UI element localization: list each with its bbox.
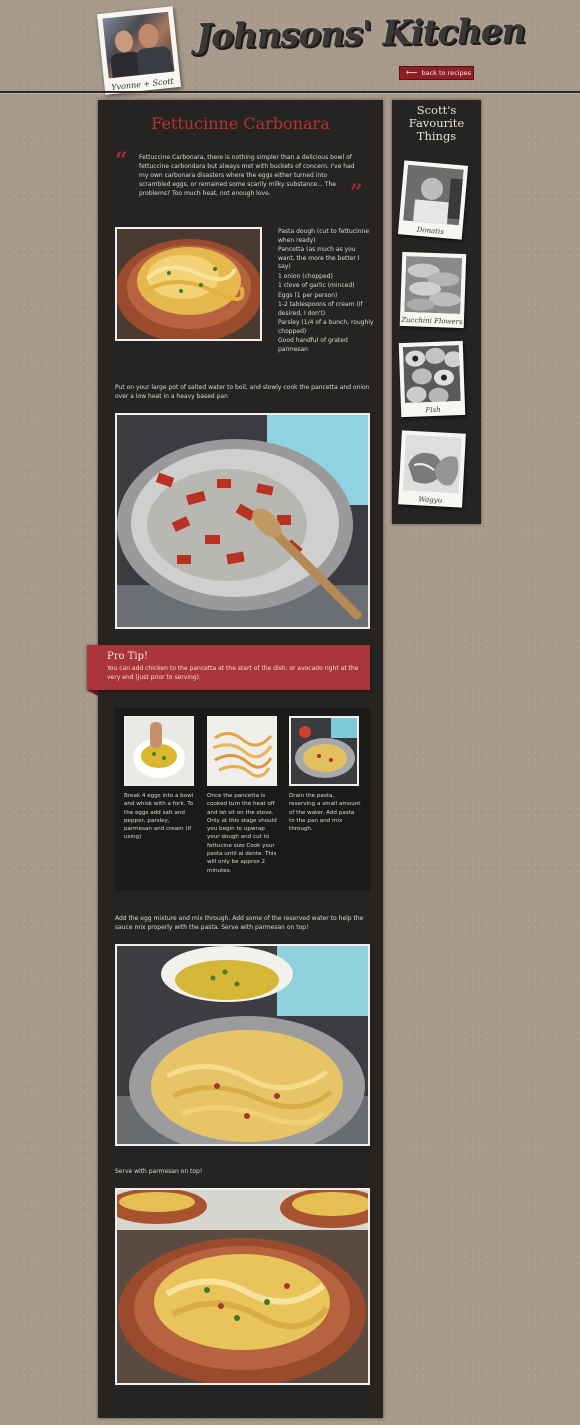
step-description: Break 4 eggs into a bowl and whisk with … [124,793,194,841]
favourite-item[interactable]: Fish [398,340,466,418]
pro-tip-ribbon-fold [87,690,98,696]
favourite-photo [404,256,463,314]
favourite-photo [402,434,462,494]
step-text-mix: Add the egg mixture and mix through. Add… [115,915,364,931]
back-to-recipes-label: back to recipes [421,69,471,77]
pro-tip-title: Pro Tip! [107,651,148,662]
egg-mixture-photo [115,944,370,1146]
ingredient-item: 1 clove of garlic (minced) [278,282,355,289]
recipe-intro: Fettuccine Carbonara, there is nothing s… [139,154,355,197]
ingredient-item: Parsley (1/4 of a bunch, roughly chopped… [278,319,374,335]
recipe-title: Fettucinne Carbonara [151,114,330,133]
favourite-photo [402,345,461,403]
pro-tip-banner: Pro Tip! You can add chicken to the panc… [87,645,370,690]
ingredient-item: Pasta dough (cut to fettucinne when read… [278,228,370,244]
favourite-caption: Wagyu [418,495,443,505]
ingredient-item: Eggs (1 per person) [278,291,338,299]
final-dish-image [117,1190,368,1383]
favourite-caption: Zucchini Flowers [401,315,463,327]
step-photo-eggs [124,716,194,786]
step-card: Break 4 eggs into a bowl and whisk with … [124,716,196,842]
close-quote-icon: ” [350,180,363,206]
couple-photo: Yvonne + Scott [96,6,182,95]
pro-tip-text: You can add chicken to the pancetta at t… [107,665,359,681]
favourite-item[interactable]: Donatis [397,160,469,240]
dish-photo-image [117,229,260,339]
ingredient-item: Good handful of grated parmesan [278,337,348,353]
step-photo-fettuccine [207,716,277,786]
step-description: Once the pancetta is cooked turn the hea… [207,793,277,874]
site-header: Yvonne + Scott Johnsons' Kitchen ⟵ back t… [0,0,580,95]
favourite-caption: Fish [425,405,441,415]
step-text-pancetta: Put on your large pot of salted water to… [115,384,370,400]
open-quote-icon: “ [115,148,128,174]
step-text-serve: Serve with parmesan on top! [115,1168,203,1175]
couple-photo-image [102,11,175,79]
favourite-item[interactable]: Zucchini Flowers [399,251,467,329]
ingredient-item: 1-2 tablespoons of cream (if desired, I … [278,301,363,317]
sidebar-title: Scott's Favourite Things [408,103,465,143]
step-card: Drain the pasta, reserving a small amoun… [289,716,361,833]
step-photo-pasta-pan [289,716,359,786]
ingredients-list: Pasta dough (cut to fettucinne when read… [278,228,374,355]
back-to-recipes-button[interactable]: ⟵ back to recipes [399,66,474,80]
pancetta-pan-photo [115,413,370,629]
header-divider [0,91,580,93]
dish-photo [115,227,262,341]
favourite-photo [403,164,464,226]
step-card: Once the pancetta is cooked turn the hea… [207,716,279,875]
site-logo-title[interactable]: Johnsons' Kitchen [196,11,526,57]
egg-mixture-image [117,946,368,1144]
ingredient-item: 1 onion (chopped) [278,272,333,280]
favourite-item[interactable]: Wagyu [398,430,466,508]
step-description: Drain the pasta, reserving a small amoun… [289,793,361,833]
final-dish-photo [115,1188,370,1385]
pancetta-pan-image [117,415,368,627]
ingredient-item: Pancetta (as much as you want, the more … [278,246,360,270]
arrow-left-icon: ⟵ [406,68,418,77]
